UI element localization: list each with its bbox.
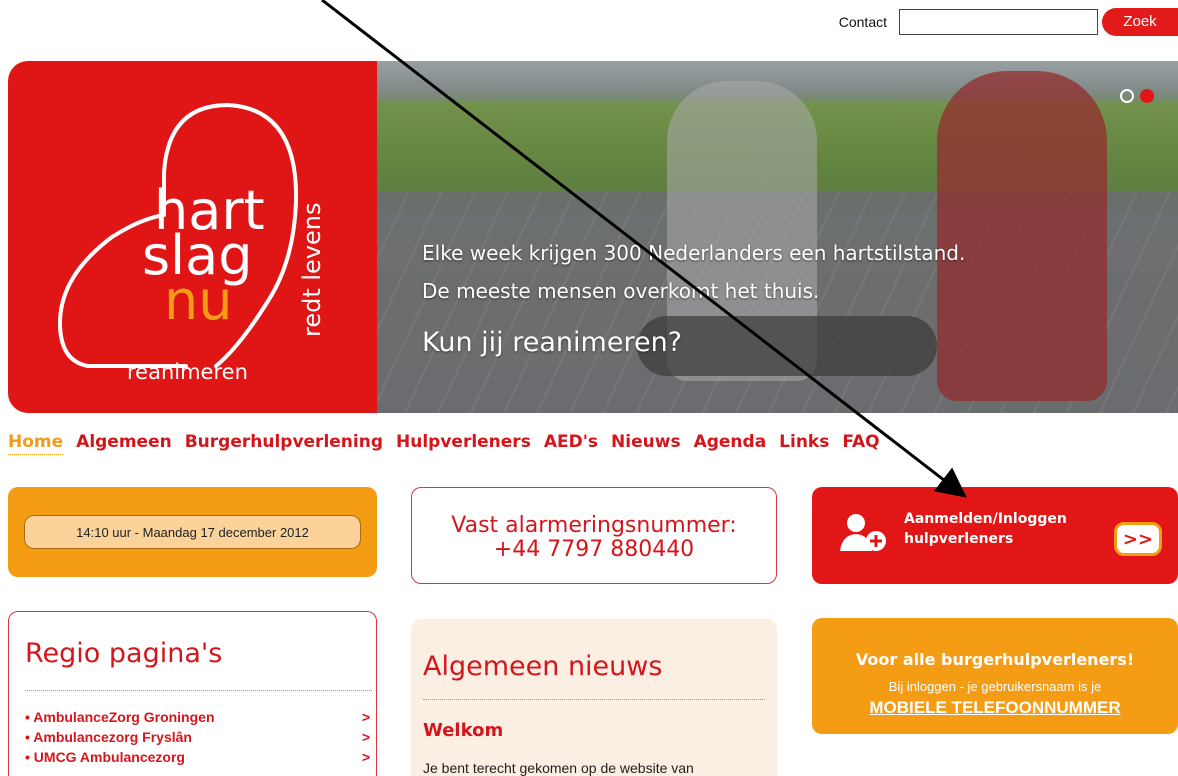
- alarm-label: Vast alarmeringsnummer:: [451, 513, 737, 538]
- general-news-box: Algemeen nieuws Welkom Je bent terecht g…: [411, 619, 777, 776]
- news-item-text: Je bent terecht gekomen op de website va…: [423, 760, 694, 776]
- regio-pages-box: Regio pagina's • AmbulanceZorg Groningen…: [8, 611, 377, 776]
- regio-item-label: • AmbulanceZorg Groningen: [25, 709, 215, 725]
- regio-list: • AmbulanceZorg Groningen > • Ambulancez…: [25, 709, 372, 769]
- alarm-number-box: Vast alarmeringsnummer: +44 7797 880440: [411, 487, 777, 584]
- hartslag-logo[interactable]: hart slag nu redt levens reanimeren: [8, 61, 377, 413]
- nav-item-algemeen[interactable]: Algemeen: [76, 432, 172, 455]
- nav-item-burgerhulpverlening[interactable]: Burgerhulpverlening: [185, 432, 383, 455]
- login-line-2: hulpverleners: [904, 531, 1014, 547]
- date-box: 14:10 uur - Maandag 17 december 2012: [8, 487, 377, 577]
- slide-dot-2[interactable]: [1140, 89, 1154, 103]
- nav-item-aeds[interactable]: AED's: [544, 432, 598, 455]
- search-input[interactable]: [899, 9, 1098, 35]
- nav-item-links[interactable]: Links: [779, 432, 829, 455]
- login-helpers-box[interactable]: Aanmelden/Inloggen hulpverleners >>: [812, 487, 1178, 584]
- regio-item-label: • Ambulancezorg Fryslân: [25, 729, 192, 745]
- hero-line-1: Elke week krijgen 300 Nederlanders een h…: [422, 241, 966, 265]
- nav-item-hulpverleners[interactable]: Hulpverleners: [396, 432, 531, 455]
- hero-banner[interactable]: hart slag nu redt levens reanimeren Elke…: [8, 61, 1178, 413]
- login-go-button[interactable]: >>: [1114, 522, 1162, 556]
- news-item-title[interactable]: Welkom: [423, 720, 503, 741]
- search-button[interactable]: Zoek: [1102, 8, 1178, 36]
- hero-line-3: Kun jij reanimeren?: [422, 327, 683, 358]
- top-bar: Contact Zoek: [839, 8, 1178, 36]
- regio-item-umcg[interactable]: • UMCG Ambulancezorg >: [25, 749, 372, 769]
- nav-item-home[interactable]: Home: [8, 432, 64, 455]
- slide-indicators: [1120, 89, 1154, 103]
- logo-word-nu: nu: [164, 269, 232, 332]
- hero-photo: [377, 61, 1178, 413]
- regio-title: Regio pagina's: [25, 638, 223, 669]
- contact-link[interactable]: Contact: [839, 14, 887, 30]
- heart-logo-icon: hart slag nu redt levens reanimeren: [58, 103, 326, 384]
- divider: [423, 699, 765, 700]
- nav-item-nieuws[interactable]: Nieuws: [611, 432, 681, 455]
- main-nav: Home Algemeen Burgerhulpverlening Hulpve…: [8, 432, 893, 455]
- slide-dot-1[interactable]: [1120, 89, 1134, 103]
- divider: [25, 690, 372, 691]
- regio-item-label: • UMCG Ambulancezorg: [25, 749, 185, 765]
- logo-bottom-text: reanimeren: [127, 360, 248, 384]
- alarm-phone-number: +44 7797 880440: [493, 537, 695, 562]
- add-user-icon: [840, 514, 886, 551]
- chevron-right-icon: >: [361, 729, 370, 745]
- hero-line-2: De meeste mensen overkomt het thuis.: [422, 279, 820, 303]
- burger-helpers-box: Voor alle burgerhulpverleners! Bij inlog…: [812, 618, 1178, 734]
- regio-item-groningen[interactable]: • AmbulanceZorg Groningen >: [25, 709, 372, 729]
- chevron-right-icon: >: [361, 709, 370, 725]
- nav-item-agenda[interactable]: Agenda: [694, 432, 767, 455]
- chevron-right-icon: >: [361, 749, 370, 765]
- burger-text: Bij inloggen - je gebruikersnaam is je: [888, 679, 1102, 694]
- nav-item-faq[interactable]: FAQ: [842, 432, 879, 455]
- mobile-phone-link[interactable]: MOBIELE TELEFOONNUMMER: [812, 698, 1178, 718]
- login-line-1: Aanmelden/Inloggen: [904, 511, 1067, 527]
- date-time-display: 14:10 uur - Maandag 17 december 2012: [24, 515, 361, 549]
- logo-tagline: redt levens: [298, 203, 326, 338]
- news-title: Algemeen nieuws: [423, 651, 663, 682]
- regio-item-fryslan[interactable]: • Ambulancezorg Fryslân >: [25, 729, 372, 749]
- burger-title: Voor alle burgerhulpverleners!: [855, 650, 1135, 669]
